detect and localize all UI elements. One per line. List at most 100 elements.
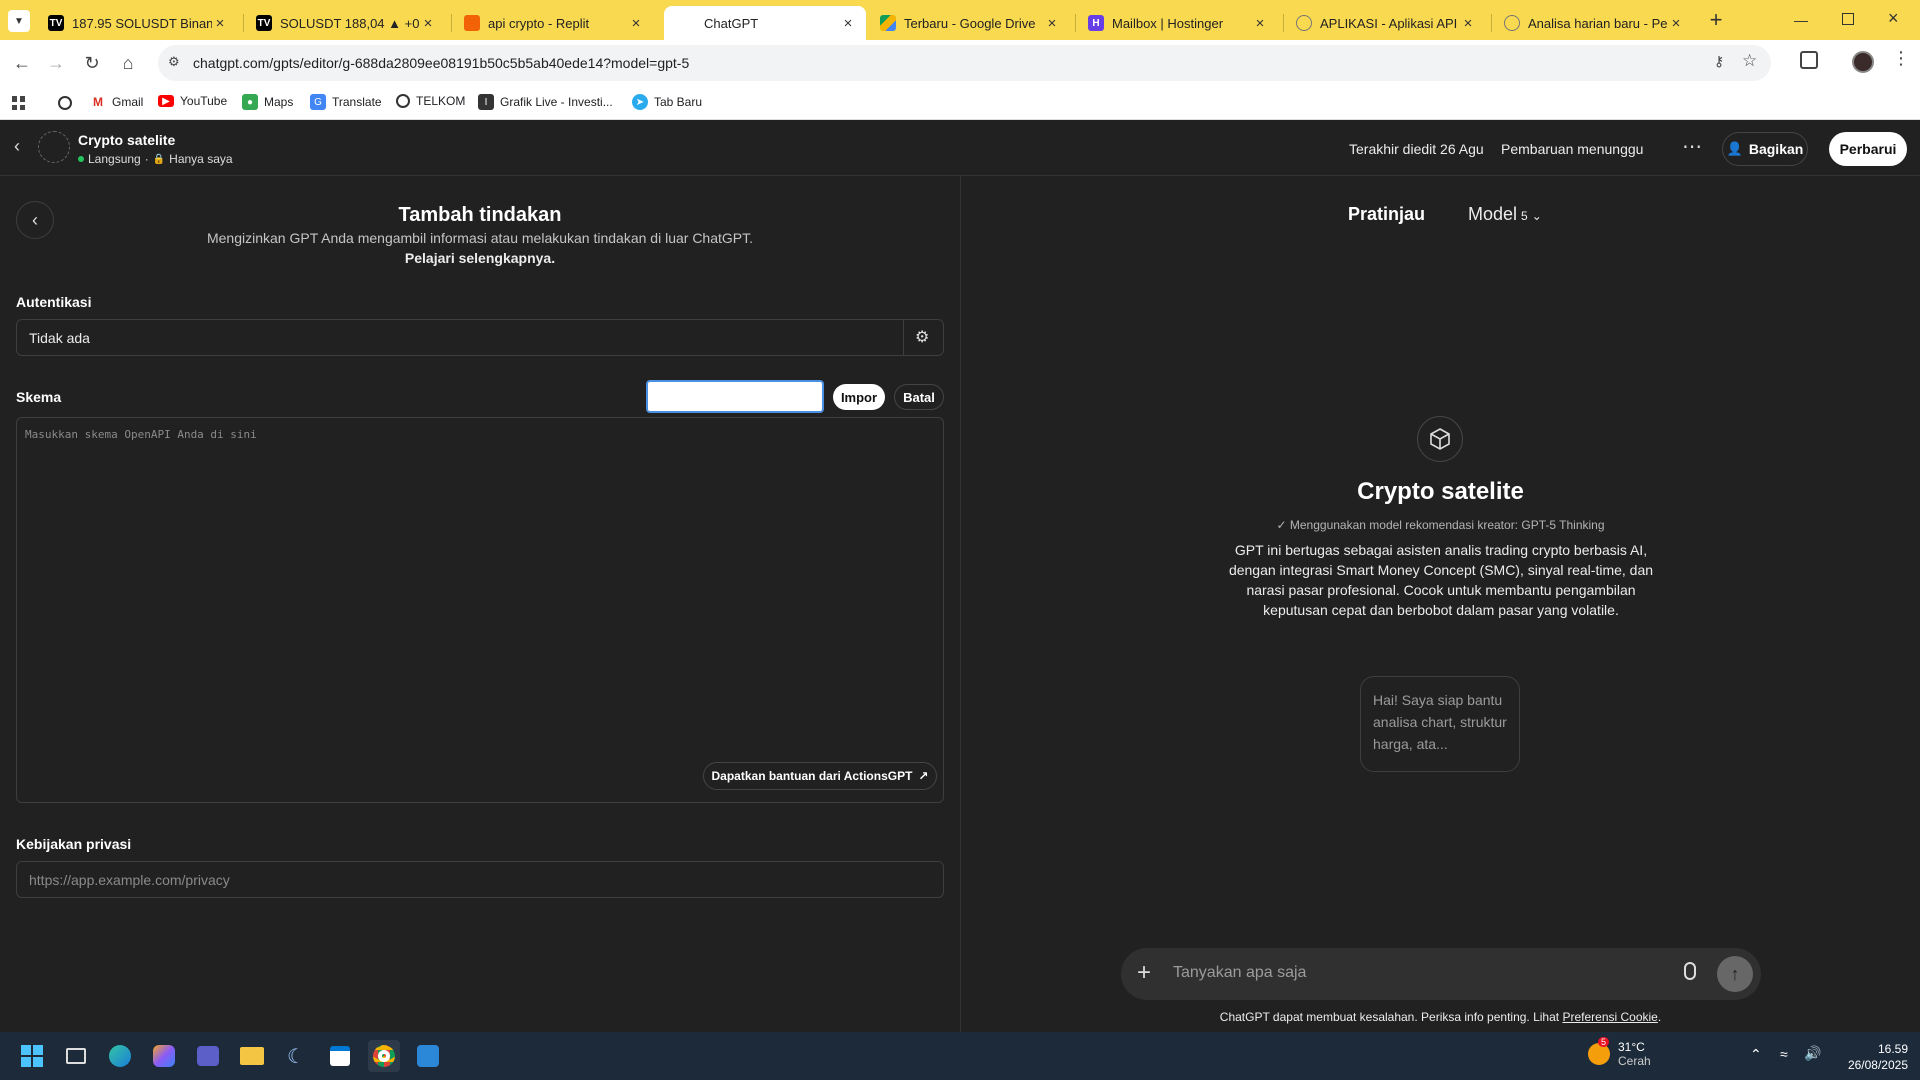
- cookie-preferences-link[interactable]: Preferensi Cookie: [1562, 1010, 1657, 1024]
- chrome-icon[interactable]: [368, 1040, 400, 1072]
- password-key-icon[interactable]: ⚷: [1714, 53, 1724, 70]
- share-button[interactable]: 👤 Bagikan: [1722, 132, 1808, 166]
- bookmark-star-icon[interactable]: ☆: [1742, 51, 1757, 71]
- microsoft-store-icon[interactable]: [324, 1040, 356, 1072]
- tab-title: 187.95 SOLUSDT Binance: [72, 15, 212, 31]
- weather-badge: 5: [1598, 1037, 1610, 1047]
- browser-tab[interactable]: TV SOLUSDT 188,04 ▲ +0,45 ×: [246, 6, 446, 40]
- learn-more-link[interactable]: Pelajari selengkapnya.: [0, 250, 960, 266]
- profile-avatar[interactable]: [1852, 51, 1874, 73]
- home-button[interactable]: ⌂: [114, 49, 142, 77]
- close-window-button[interactable]: ×: [1888, 8, 1899, 29]
- auth-field[interactable]: Tidak ada ⚙: [16, 319, 944, 356]
- bookmark-new-tab[interactable]: ➤ Tab Baru: [632, 94, 702, 110]
- hostinger-icon: H: [1088, 15, 1104, 31]
- close-icon[interactable]: ×: [1668, 15, 1684, 32]
- file-explorer-icon[interactable]: [236, 1040, 268, 1072]
- close-icon[interactable]: ×: [1460, 15, 1476, 32]
- app-moon-icon[interactable]: ☾: [280, 1040, 312, 1072]
- action-description: Mengizinkan GPT Anda mengambil informasi…: [206, 230, 754, 246]
- tab-title: Mailbox | Hostinger: [1112, 15, 1224, 31]
- globe-icon[interactable]: [58, 96, 72, 110]
- add-action-panel: ‹ Tambah tindakan Mengizinkan GPT Anda m…: [0, 176, 961, 1032]
- google-drive-icon: [880, 15, 896, 31]
- edge-icon[interactable]: [104, 1040, 136, 1072]
- back-button[interactable]: ‹: [14, 136, 20, 157]
- browser-tab-active[interactable]: ChatGPT ×: [664, 6, 866, 40]
- close-icon[interactable]: ×: [212, 15, 228, 32]
- actionsgpt-help-button[interactable]: Dapatkan bantuan dari ActionsGPT ↗: [703, 762, 937, 790]
- browser-tab[interactable]: TV 187.95 SOLUSDT Binance ×: [38, 6, 238, 40]
- new-tab-button[interactable]: +: [1703, 8, 1729, 34]
- bookmark-investing[interactable]: I Grafik Live - Investi...: [478, 94, 613, 110]
- microphone-icon[interactable]: [1684, 962, 1696, 980]
- gpt-description: GPT ini bertugas sebagai asisten analis …: [1228, 542, 1654, 618]
- model-selector[interactable]: Model 5 ⌄: [1468, 204, 1542, 225]
- schema-textarea[interactable]: Masukkan skema OpenAPI Anda di sini Dapa…: [16, 417, 944, 803]
- task-view-icon[interactable]: [60, 1040, 92, 1072]
- chevron-up-icon[interactable]: ⌃: [1750, 1046, 1762, 1063]
- auth-settings-icon[interactable]: ⚙: [915, 327, 929, 347]
- auth-label: Autentikasi: [16, 294, 92, 310]
- apps-grid-icon[interactable]: [12, 96, 26, 110]
- browser-menu-icon[interactable]: ⋮: [1892, 48, 1910, 69]
- site-info-icon[interactable]: ⚙: [168, 54, 180, 70]
- browser-tab[interactable]: APLIKASI - Aplikasi API Ol ×: [1286, 6, 1486, 40]
- close-icon[interactable]: ×: [1252, 15, 1268, 32]
- update-button[interactable]: Perbarui: [1829, 132, 1907, 166]
- import-button[interactable]: Impor: [833, 384, 885, 410]
- privacy-input[interactable]: https://app.example.com/privacy: [16, 861, 944, 898]
- lock-icon: 🔒: [152, 153, 166, 165]
- preview-panel: Pratinjau Model 5 ⌄ Crypto satelite ✓ Me…: [961, 176, 1920, 1032]
- minimize-button[interactable]: —: [1794, 12, 1814, 28]
- bookmark-maps[interactable]: ● Maps: [242, 94, 293, 110]
- close-icon[interactable]: ×: [840, 15, 856, 32]
- url-text: chatgpt.com/gpts/editor/g-688da2809ee081…: [193, 55, 690, 71]
- tab-preview[interactable]: Pratinjau: [1348, 204, 1425, 225]
- back-button[interactable]: ←: [8, 49, 36, 77]
- volume-icon[interactable]: 🔊: [1804, 1045, 1821, 1062]
- separator-dot: ·: [144, 152, 149, 166]
- forward-button[interactable]: →: [42, 49, 70, 77]
- start-button[interactable]: [16, 1040, 48, 1072]
- browser-tab[interactable]: Terbaru - Google Drive ×: [870, 6, 1070, 40]
- temperature: 31°C: [1618, 1040, 1645, 1054]
- conversation-starter-card[interactable]: Hai! Saya siap bantu analisa chart, stru…: [1360, 676, 1520, 772]
- copilot-icon[interactable]: [148, 1040, 180, 1072]
- close-icon[interactable]: ×: [420, 15, 436, 32]
- reload-button[interactable]: ↻: [78, 49, 106, 77]
- address-bar[interactable]: ⚙ chatgpt.com/gpts/editor/g-688da2809ee0…: [158, 45, 1771, 81]
- tab-search-button[interactable]: ▼: [8, 10, 30, 32]
- browser-tab[interactable]: Analisa harian baru - Peru ×: [1494, 6, 1694, 40]
- youtube-icon: ▶: [158, 95, 174, 107]
- gpt-avatar[interactable]: [38, 131, 70, 163]
- browser-tab[interactable]: H Mailbox | Hostinger ×: [1078, 6, 1278, 40]
- clock[interactable]: 16.59 26/08/2025: [1830, 1041, 1908, 1073]
- bookmark-telkom[interactable]: TELKOM: [396, 94, 465, 108]
- restore-button[interactable]: [1842, 13, 1854, 25]
- plus-icon[interactable]: +: [1137, 959, 1151, 987]
- teams-icon[interactable]: [192, 1040, 224, 1072]
- weather-widget[interactable]: 5 31°C Cerah: [1588, 1037, 1651, 1068]
- bookmark-youtube[interactable]: ▶ YouTube: [158, 94, 227, 108]
- app-icon[interactable]: [412, 1040, 444, 1072]
- close-icon[interactable]: ×: [628, 15, 644, 32]
- weather-text: 31°C Cerah: [1618, 1040, 1651, 1068]
- cube-icon: [1430, 428, 1450, 450]
- bookmark-gmail[interactable]: M Gmail: [90, 94, 143, 110]
- gpt-preview-avatar: [1417, 416, 1463, 462]
- last-edited-text: Terakhir diedit 26 Agu: [1349, 141, 1484, 157]
- browser-tab[interactable]: api crypto - Replit ×: [454, 6, 654, 40]
- extensions-icon[interactable]: [1800, 51, 1818, 69]
- chat-input-bar[interactable]: + Tanyakan apa saja ↑: [1121, 948, 1761, 1000]
- more-options-button[interactable]: ⋯: [1682, 134, 1702, 159]
- cancel-button[interactable]: Batal: [894, 384, 944, 410]
- send-button[interactable]: ↑: [1717, 956, 1753, 992]
- maps-icon: ●: [242, 94, 258, 110]
- close-icon[interactable]: ×: [1044, 15, 1060, 32]
- external-link-icon: ↗: [918, 769, 929, 783]
- import-url-input[interactable]: [646, 380, 824, 413]
- home-icon: ⌂: [122, 52, 134, 73]
- bookmark-translate[interactable]: G Translate: [310, 94, 382, 110]
- wifi-icon[interactable]: ≈: [1780, 1046, 1788, 1062]
